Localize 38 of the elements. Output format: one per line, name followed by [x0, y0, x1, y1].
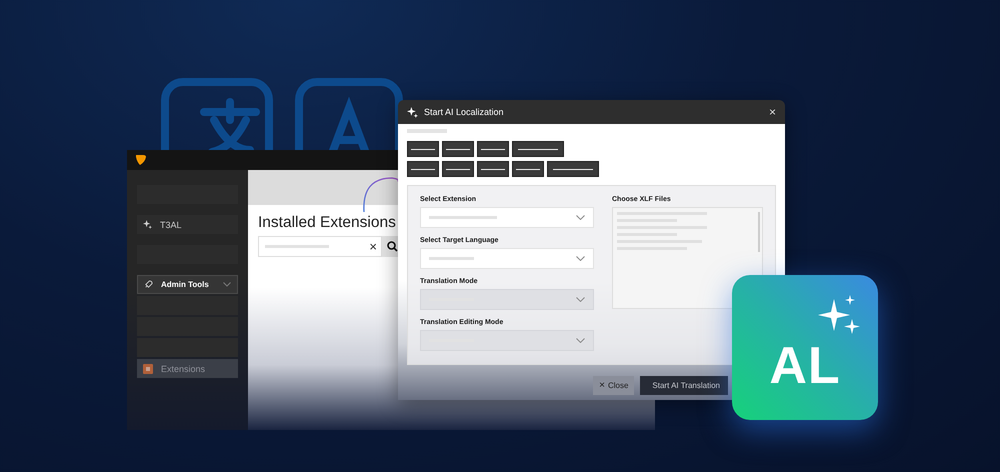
- sidebar-label: Admin Tools: [161, 280, 210, 289]
- search-icon: [386, 241, 398, 252]
- sparkle-icon: [143, 220, 152, 229]
- placeholder-button[interactable]: [477, 141, 509, 157]
- select-field[interactable]: [420, 207, 594, 228]
- sidebar-label: T3AL: [160, 220, 182, 230]
- letter-icon: [295, 78, 403, 150]
- dialog-title: Start AI Localization: [424, 107, 505, 117]
- file-list[interactable]: [612, 207, 763, 309]
- placeholder-button[interactable]: [442, 141, 474, 157]
- close-button[interactable]: ×: [768, 105, 776, 119]
- scrollbar[interactable]: [758, 212, 760, 252]
- sidebar-label: Extensions: [161, 364, 206, 374]
- module-icon: [143, 364, 153, 374]
- sidebar-item[interactable]: T3AL: [137, 215, 238, 234]
- placeholder-button[interactable]: [442, 161, 474, 177]
- clear-button[interactable]: ×: [369, 240, 377, 253]
- chevron-down-icon: [576, 297, 585, 302]
- chevron-down-icon: [576, 338, 585, 343]
- start-translation-button[interactable]: Start AI Translation: [640, 376, 728, 395]
- placeholder-button[interactable]: [407, 141, 439, 157]
- placeholder-button[interactable]: [512, 161, 544, 177]
- placeholder-button[interactable]: [477, 161, 509, 177]
- placeholder-button[interactable]: [512, 141, 564, 157]
- placeholder-button[interactable]: [407, 161, 439, 177]
- search-field[interactable]: ×: [258, 236, 382, 257]
- translate-icon: [161, 78, 273, 150]
- page-title: Installed Extensions: [258, 214, 396, 232]
- logo-icon: [135, 154, 147, 166]
- badge-label: AL: [769, 340, 841, 392]
- close-button[interactable]: × Close: [593, 376, 634, 395]
- placeholder-button[interactable]: [547, 161, 599, 177]
- sparkle-icon: [407, 106, 418, 118]
- select-field[interactable]: [420, 248, 594, 269]
- sidebar-group[interactable]: Admin Tools: [137, 275, 238, 294]
- chevron-down-icon: [576, 215, 585, 220]
- chevron-down-icon: [576, 256, 585, 261]
- chevron-down-icon: [223, 282, 231, 287]
